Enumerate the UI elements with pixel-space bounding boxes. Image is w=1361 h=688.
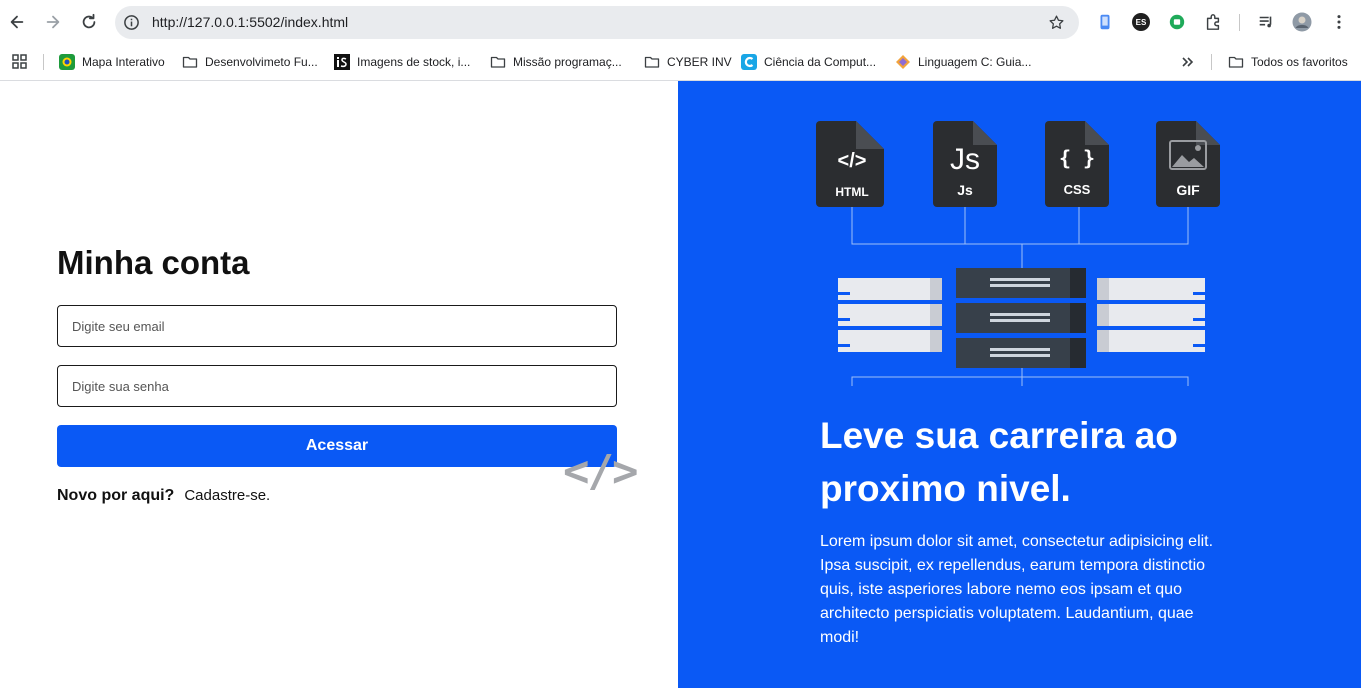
file-html-icon: </> HTML	[816, 121, 884, 207]
menu-kebab-icon[interactable]	[1329, 12, 1349, 32]
chevron-double-right-icon	[1182, 57, 1194, 67]
signup-link[interactable]: Cadastre-se.	[184, 487, 270, 504]
file-gif-icon: GIF	[1156, 121, 1220, 207]
apps-grid-button[interactable]	[12, 53, 28, 71]
file-js-glyph: Js	[950, 143, 980, 176]
info-icon[interactable]	[123, 14, 140, 31]
server-rack-right-icon	[1097, 278, 1205, 352]
page-content: Minha conta Acessar Novo por aqui? Cadas…	[0, 81, 1361, 688]
signup-row: Novo por aqui? Cadastre-se.	[57, 487, 270, 505]
browser-toolbar: http://127.0.0.1:5502/index.html ES	[0, 0, 1361, 45]
extension-whatsapp-icon[interactable]	[1167, 12, 1187, 32]
file-css-icon: { } CSS	[1045, 121, 1109, 207]
submit-button[interactable]: Acessar	[57, 425, 617, 467]
folder-icon	[182, 56, 198, 68]
more-bookmarks-button[interactable]	[1180, 53, 1196, 71]
hero-title: Leve sua carreira ao proximo nivel.	[820, 415, 1178, 509]
file-html-label: HTML	[835, 185, 868, 199]
extensions-puzzle-icon[interactable]	[1203, 12, 1223, 32]
all-bookmarks-folder[interactable]: Todos os favoritos	[1228, 53, 1348, 71]
bookmark-desenvolvimeto[interactable]: Desenvolvimeto Fu...	[182, 53, 318, 71]
server-rack-center-icon	[956, 268, 1086, 368]
arrow-left-icon	[10, 15, 24, 29]
file-gif-label: GIF	[1176, 182, 1200, 198]
url-text[interactable]: http://127.0.0.1:5502/index.html	[152, 14, 348, 30]
back-button[interactable]	[6, 11, 28, 33]
server-rack-left-icon	[838, 278, 942, 352]
bookmark-imagens-stock[interactable]: Imagens de stock, i...	[334, 53, 470, 71]
istock-icon	[334, 54, 350, 70]
file-js-label: Js	[957, 182, 973, 198]
bookmark-label: Imagens de stock, i...	[357, 55, 471, 69]
profile-avatar-icon[interactable]	[1292, 12, 1312, 32]
bookmark-cyber-inv[interactable]: CYBER INV	[644, 53, 732, 71]
forward-button[interactable]	[42, 11, 64, 33]
login-panel: Minha conta Acessar Novo por aqui? Cadas…	[0, 81, 678, 688]
bookmark-missao-programacao[interactable]: Missão programaç...	[490, 53, 622, 71]
file-html-glyph: </>	[838, 150, 867, 172]
password-field[interactable]	[57, 365, 617, 407]
media-control-icon[interactable]	[1256, 12, 1276, 32]
apps-grid-icon	[12, 54, 27, 69]
c-logo-icon	[741, 54, 757, 70]
extension-mobile-icon[interactable]	[1095, 12, 1115, 32]
page-title: Minha conta	[57, 244, 250, 281]
bookmarks-bar: Mapa Interativo Desenvolvimeto Fu... Ima…	[0, 45, 1361, 79]
email-field[interactable]	[57, 305, 617, 347]
address-bar[interactable]: http://127.0.0.1:5502/index.html	[115, 6, 1079, 39]
bookmark-label: Missão programaç...	[513, 55, 622, 69]
folder-icon	[644, 56, 660, 68]
bookmark-label: Desenvolvimeto Fu...	[205, 55, 318, 69]
tech-illustration: </> HTML Js Js { } CSS GIF	[816, 121, 1220, 386]
bookmark-label: CYBER INV	[667, 55, 732, 69]
all-bookmarks-label: Todos os favoritos	[1251, 55, 1348, 69]
bookmark-mapa-interativo[interactable]: Mapa Interativo	[59, 53, 165, 71]
bookmark-linguagem-c[interactable]: Linguagem C: Guia...	[895, 53, 1031, 71]
bookmark-ciencia-computacao[interactable]: Ciência da Comput...	[741, 53, 876, 71]
hero-panel: </> HTML Js Js { } CSS GIF Leve sua carr…	[678, 81, 1361, 688]
folder-icon	[1228, 56, 1244, 68]
globe-icon	[59, 54, 75, 70]
reload-icon	[82, 13, 96, 29]
bookmark-label: Mapa Interativo	[82, 55, 165, 69]
file-css-label: CSS	[1064, 182, 1091, 197]
reload-button[interactable]	[78, 11, 100, 33]
hero-description: Lorem ipsum dolor sit amet, consectetur …	[820, 533, 1214, 646]
extension-es-icon[interactable]: ES	[1132, 13, 1150, 31]
file-css-glyph: { }	[1059, 146, 1095, 170]
new-here-text: Novo por aqui?	[57, 487, 175, 504]
bookmark-label: Ciência da Comput...	[764, 55, 877, 69]
arrow-right-icon	[46, 15, 60, 29]
folder-icon	[490, 56, 506, 68]
code-decoration: </>	[563, 446, 638, 497]
bookmark-star-icon[interactable]	[1048, 14, 1065, 31]
file-js-icon: Js Js	[933, 121, 997, 207]
diamond-icon	[896, 55, 910, 69]
bookmark-label: Linguagem C: Guia...	[918, 55, 1032, 69]
